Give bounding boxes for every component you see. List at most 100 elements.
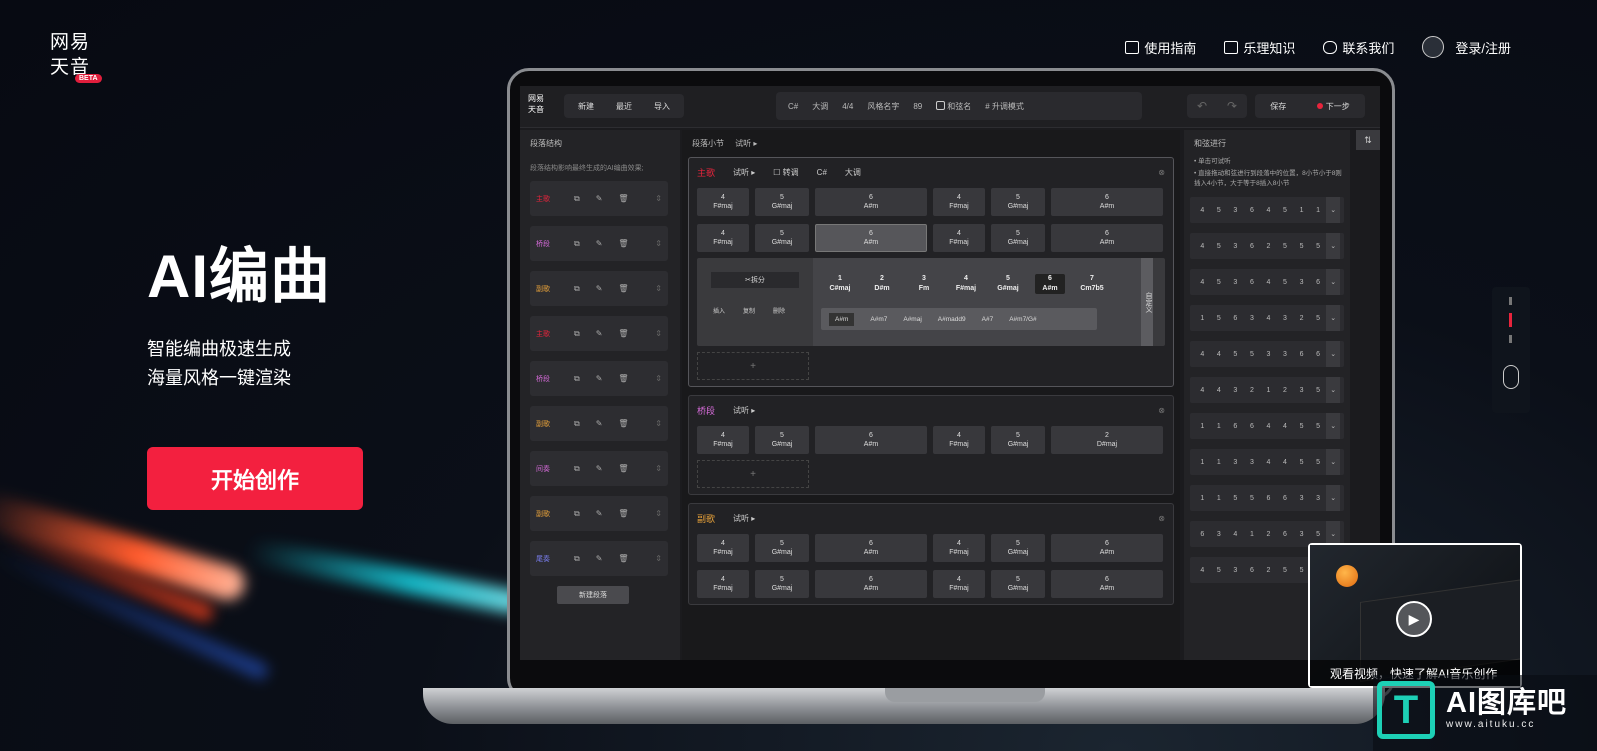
- reorder-icon[interactable]: ⇕: [655, 284, 662, 293]
- copy-button[interactable]: 复制: [743, 306, 755, 315]
- next-button[interactable]: 下一步: [1316, 101, 1350, 112]
- chevron-down-icon[interactable]: ⌄: [1326, 233, 1340, 259]
- edit-icon[interactable]: ✎: [596, 464, 603, 473]
- section-name[interactable]: 副歌: [697, 512, 715, 525]
- key-select[interactable]: C#: [788, 102, 798, 111]
- trash-icon[interactable]: 🗑: [618, 509, 628, 518]
- degree-option[interactable]: 6 A#m: [1035, 274, 1065, 294]
- chord-cell[interactable]: 6 A#m: [1051, 224, 1163, 252]
- redo-icon[interactable]: ↷: [1227, 99, 1237, 113]
- section-name[interactable]: 桥段: [697, 404, 715, 417]
- rise-mode-toggle[interactable]: # 升调模式: [985, 101, 1024, 112]
- progression-item[interactable]: 4 4 3 2 1 2 3 5 ⌄: [1190, 377, 1344, 403]
- segment-item[interactable]: 副歌 ⧉ ✎ 🗑 ⇕: [530, 406, 668, 441]
- progression-item[interactable]: 4 4 5 5 3 3 6 6 ⌄: [1190, 341, 1344, 367]
- edit-icon[interactable]: ✎: [596, 284, 603, 293]
- brand-logo[interactable]: 网易 天音 BETA: [50, 30, 110, 86]
- play-icon[interactable]: ▶: [1396, 601, 1432, 637]
- trash-icon[interactable]: 🗑: [618, 284, 628, 293]
- variant-option[interactable]: A#m7: [870, 316, 887, 323]
- progression-item[interactable]: 4 5 3 6 2 5 5 5 ⌄: [1190, 233, 1344, 259]
- chord-cell[interactable]: 4 F#maj: [697, 570, 749, 598]
- trash-icon[interactable]: 🗑: [618, 329, 628, 338]
- trash-icon[interactable]: 🗑: [618, 239, 628, 248]
- start-creating-button[interactable]: 开始创作: [147, 447, 363, 510]
- chord-cell[interactable]: 5 G#maj: [755, 570, 809, 598]
- reorder-icon[interactable]: ⇕: [655, 509, 662, 518]
- chord-cell[interactable]: 4 F#maj: [933, 224, 985, 252]
- degree-option[interactable]: 5 G#maj: [993, 274, 1023, 294]
- delete-button[interactable]: 删除: [773, 306, 785, 315]
- recent-button[interactable]: 最近: [616, 101, 632, 112]
- chevron-down-icon[interactable]: ⌄: [1326, 197, 1340, 223]
- segment-item[interactable]: 间奏 ⧉ ✎ 🗑 ⇕: [530, 451, 668, 486]
- copy-icon[interactable]: ⧉: [574, 284, 580, 294]
- tempo-input[interactable]: 89: [913, 102, 922, 111]
- chevron-down-icon[interactable]: ⌄: [1326, 269, 1340, 295]
- chord-cell[interactable]: 6 A#m: [815, 224, 927, 252]
- chevron-down-icon[interactable]: ⌄: [1326, 413, 1340, 439]
- chord-cell[interactable]: 6 A#m: [815, 534, 927, 562]
- listen-all-button[interactable]: 试听: [735, 139, 751, 148]
- segment-item[interactable]: 副歌 ⧉ ✎ 🗑 ⇕: [530, 271, 668, 306]
- meter-display[interactable]: 4/4: [842, 102, 853, 111]
- progression-item[interactable]: 1 1 3 3 4 4 5 5 ⌄: [1190, 449, 1344, 475]
- save-button[interactable]: 保存: [1270, 101, 1286, 112]
- mode-select[interactable]: 大调: [812, 101, 828, 112]
- segment-item[interactable]: 桥段 ⧉ ✎ 🗑 ⇕: [530, 361, 668, 396]
- trash-icon[interactable]: 🗑: [618, 194, 628, 203]
- insert-button[interactable]: 插入: [713, 306, 725, 315]
- copy-icon[interactable]: ⧉: [574, 554, 580, 564]
- close-icon[interactable]: ⊗: [1158, 406, 1165, 415]
- new-segment-button[interactable]: 新建段落: [557, 586, 629, 604]
- chord-cell[interactable]: 4 F#maj: [933, 188, 985, 216]
- chord-cell[interactable]: 4 F#maj: [933, 570, 985, 598]
- chevron-down-icon[interactable]: ⌄: [1326, 305, 1340, 331]
- reorder-icon[interactable]: ⇕: [655, 194, 662, 203]
- segment-item[interactable]: 主歌 ⧉ ✎ 🗑 ⇕: [530, 316, 668, 351]
- edit-icon[interactable]: ✎: [596, 239, 603, 248]
- undo-icon[interactable]: ↶: [1197, 99, 1207, 113]
- chord-cell[interactable]: 5 G#maj: [991, 188, 1045, 216]
- progression-item[interactable]: 1 1 5 5 6 6 3 3 ⌄: [1190, 485, 1344, 511]
- segment-item[interactable]: 主歌 ⧉ ✎ 🗑 ⇕: [530, 181, 668, 216]
- edit-icon[interactable]: ✎: [596, 374, 603, 383]
- nav-contact[interactable]: 联系我们: [1323, 38, 1394, 57]
- progression-item[interactable]: 1 5 6 3 4 3 2 5 ⌄: [1190, 305, 1344, 331]
- chord-cell[interactable]: 5 G#maj: [755, 224, 809, 252]
- variant-option[interactable]: A#m: [829, 312, 855, 326]
- chord-cell[interactable]: 4 F#maj: [697, 426, 749, 454]
- chord-cell[interactable]: 4 F#maj: [933, 534, 985, 562]
- trash-icon[interactable]: 🗑: [618, 374, 628, 383]
- copy-icon[interactable]: ⧉: [574, 374, 580, 384]
- chord-cell[interactable]: 4 F#maj: [697, 188, 749, 216]
- edit-icon[interactable]: ✎: [596, 509, 603, 518]
- reorder-icon[interactable]: ⇕: [655, 419, 662, 428]
- copy-icon[interactable]: ⧉: [574, 329, 580, 339]
- add-bar-button[interactable]: +: [697, 460, 809, 488]
- chord-name-toggle[interactable]: 和弦名: [936, 100, 971, 112]
- chord-cell[interactable]: 4 F#maj: [697, 534, 749, 562]
- copy-icon[interactable]: ⧉: [574, 509, 580, 519]
- mouse-icon[interactable]: [1503, 365, 1519, 389]
- chord-cell[interactable]: 4 F#maj: [933, 426, 985, 454]
- degree-option[interactable]: 7 Cm7b5: [1077, 274, 1107, 294]
- import-button[interactable]: 导入: [654, 101, 670, 112]
- progression-item[interactable]: 1 1 6 6 4 4 5 5 ⌄: [1190, 413, 1344, 439]
- degree-option[interactable]: 4 F#maj: [951, 274, 981, 294]
- copy-icon[interactable]: ⧉: [574, 194, 580, 204]
- progression-item[interactable]: 4 5 3 6 4 5 3 6 ⌄: [1190, 269, 1344, 295]
- variant-option[interactable]: A#madd9: [938, 316, 966, 323]
- add-bar-button[interactable]: +: [697, 352, 809, 380]
- close-icon[interactable]: ⊗: [1158, 514, 1165, 523]
- edit-icon[interactable]: ✎: [596, 194, 603, 203]
- trash-icon[interactable]: 🗑: [618, 554, 628, 563]
- edit-icon[interactable]: ✎: [596, 329, 603, 338]
- chord-cell[interactable]: 6 A#m: [1051, 534, 1163, 562]
- chord-cell[interactable]: 6 A#m: [815, 188, 927, 216]
- listen-button[interactable]: 试听 ▸: [733, 405, 755, 416]
- reorder-icon[interactable]: ⇕: [655, 464, 662, 473]
- style-select[interactable]: 风格名字: [867, 101, 899, 112]
- chord-cell[interactable]: 6 A#m: [1051, 188, 1163, 216]
- segment-item[interactable]: 副歌 ⧉ ✎ 🗑 ⇕: [530, 496, 668, 531]
